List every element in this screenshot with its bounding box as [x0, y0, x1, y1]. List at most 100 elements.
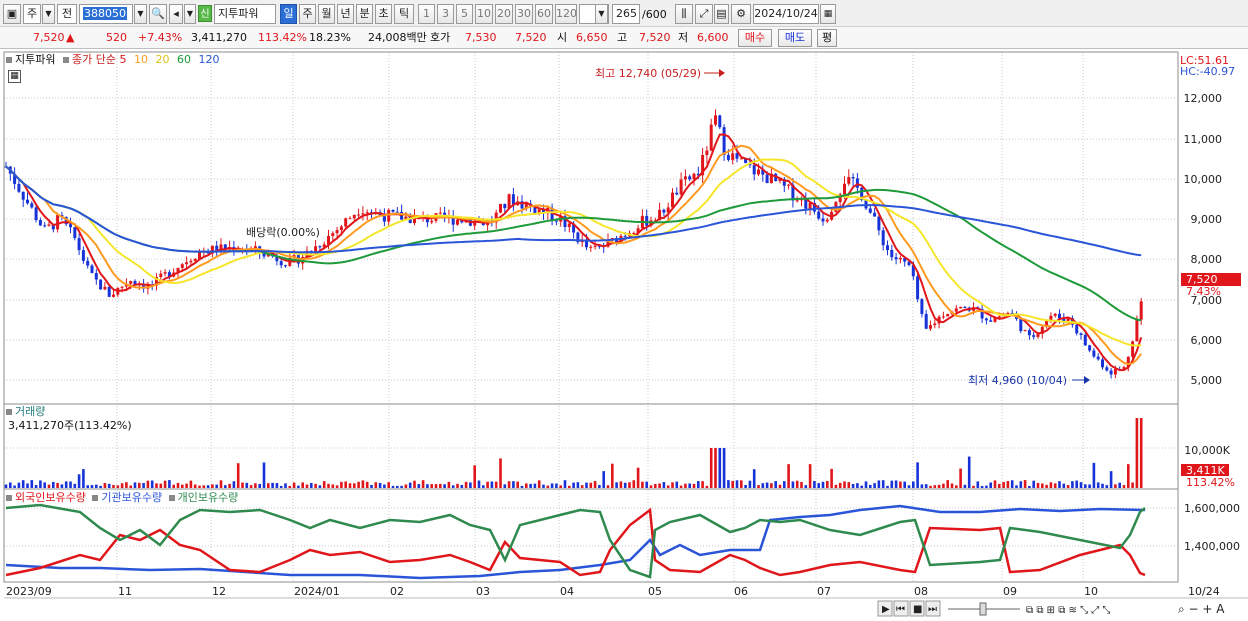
save-icon[interactable]: ▤	[714, 4, 729, 24]
volume-bar	[821, 481, 825, 488]
minute-5[interactable]: 5	[456, 4, 473, 24]
calendar-icon[interactable]: ▦	[820, 4, 836, 24]
candle-body	[877, 216, 881, 231]
volume-bar	[697, 481, 700, 488]
volume-bar	[473, 465, 476, 488]
minute-30[interactable]: 30	[515, 4, 533, 24]
volume-bar	[804, 485, 808, 488]
gear-icon[interactable]: ⚙	[731, 4, 751, 24]
volume-bar	[232, 481, 236, 488]
chart-area[interactable]: 12,000 11,000 10,000 9,000 8,000 7,000 6…	[0, 50, 1248, 621]
legend-square-icon	[62, 57, 69, 63]
candle-icon[interactable]: ⫼	[675, 4, 693, 24]
volume-bar	[998, 483, 1001, 488]
volume-bar	[383, 484, 386, 488]
volume-bar	[761, 483, 765, 488]
volume-bar	[477, 480, 481, 488]
zoom-slider-handle[interactable]	[979, 602, 987, 616]
volume-bar	[1135, 418, 1139, 488]
stock-code-input[interactable]: 388050	[79, 4, 133, 24]
volume-bar	[258, 483, 261, 488]
period-second[interactable]: 초	[375, 4, 392, 24]
candle-body	[752, 165, 756, 175]
volume-bar	[198, 485, 201, 488]
candle-body	[683, 176, 687, 180]
minute-3[interactable]: 3	[437, 4, 454, 24]
date-input[interactable]: 2024/10/24	[753, 4, 819, 24]
buy-button[interactable]: 매수	[738, 29, 772, 47]
stock-chart[interactable]: 12,000 11,000 10,000 9,000 8,000 7,000 6…	[0, 50, 1248, 621]
period-week[interactable]: 주	[299, 4, 316, 24]
volume-bar	[159, 483, 163, 488]
candle-body	[43, 225, 47, 227]
volume-bar	[43, 482, 46, 488]
candle-body	[339, 226, 343, 231]
speaker-icon[interactable]: ◂	[169, 4, 183, 24]
custom-period-dropdown-icon[interactable]: ▼	[595, 4, 608, 24]
volume-bar	[245, 482, 249, 488]
minute-1[interactable]: 1	[418, 4, 435, 24]
bid-price: 7,520	[515, 31, 547, 44]
volume-bar	[709, 448, 713, 488]
legend-ma5: 5	[119, 53, 127, 66]
candle-body	[821, 218, 825, 222]
avg-button[interactable]: 평	[817, 29, 837, 47]
volume-bar	[1066, 485, 1070, 488]
minute-10[interactable]: 10	[475, 4, 493, 24]
volume-bar	[95, 484, 98, 488]
x-label: 10	[1084, 585, 1098, 598]
hc-value: HC:-40.97	[1180, 65, 1235, 78]
volume-bar	[959, 468, 962, 488]
volume-bar	[305, 484, 309, 488]
period-day[interactable]: 일	[280, 4, 297, 24]
volume-bar	[39, 480, 42, 488]
period-month[interactable]: 월	[318, 4, 335, 24]
period-tick[interactable]: 틱	[394, 4, 414, 24]
candle-body	[847, 177, 851, 184]
volume-bar	[215, 484, 218, 488]
grid-toggle-icon[interactable]: ▦	[8, 70, 21, 83]
volume-bar	[512, 481, 515, 488]
candle-body	[73, 227, 77, 239]
market-select[interactable]: 주	[23, 4, 41, 24]
related-dropdown-icon[interactable]: ▼	[184, 4, 196, 24]
sell-button[interactable]: 매도	[778, 29, 812, 47]
candle-body	[920, 299, 924, 314]
period-minute[interactable]: 분	[356, 4, 373, 24]
zoom-icon[interactable]: ⤢	[695, 4, 713, 24]
legend-square-icon	[6, 409, 12, 415]
candle-body	[1079, 333, 1083, 335]
volume-bar	[64, 481, 68, 488]
volume-bar	[52, 481, 55, 488]
volume-bar	[576, 482, 580, 488]
volume-bar	[301, 482, 304, 488]
y-tick: 12,000	[1184, 92, 1223, 105]
candle-body	[898, 258, 902, 260]
minute-120[interactable]: 120	[555, 4, 577, 24]
volume-bar	[413, 480, 416, 488]
layout-icon[interactable]: ▣	[3, 4, 21, 24]
volume-bar	[559, 485, 562, 488]
candle-body	[86, 260, 90, 266]
period-year[interactable]: 년	[337, 4, 354, 24]
chevron-down-icon[interactable]: ▼	[42, 4, 55, 24]
volume-ratio: 113.42%	[258, 31, 307, 44]
volume-bar	[507, 481, 511, 488]
volume-bar	[1019, 481, 1023, 488]
candle-body	[21, 191, 25, 200]
code-dropdown-icon[interactable]: ▼	[134, 4, 147, 24]
search-icon[interactable]: 🔍	[149, 4, 167, 24]
prev-button[interactable]: 전	[57, 4, 77, 24]
volume-bar	[826, 480, 829, 488]
count-input[interactable]: 265	[612, 4, 640, 24]
volume-bar	[56, 483, 59, 488]
minute-60[interactable]: 60	[535, 4, 553, 24]
volume-bar	[899, 481, 902, 488]
minute-20[interactable]: 20	[495, 4, 513, 24]
tool-icons[interactable]: ⧉ ⧉ ⊞ ⧉ ≋ ⤡ ⤢ ⤡	[1026, 605, 1110, 616]
volume-bar	[318, 485, 322, 488]
candle-body	[984, 318, 988, 321]
candle-body	[38, 220, 42, 226]
candle-body	[765, 174, 769, 184]
zoom-icon[interactable]: ⌕ − + A	[1178, 602, 1225, 616]
